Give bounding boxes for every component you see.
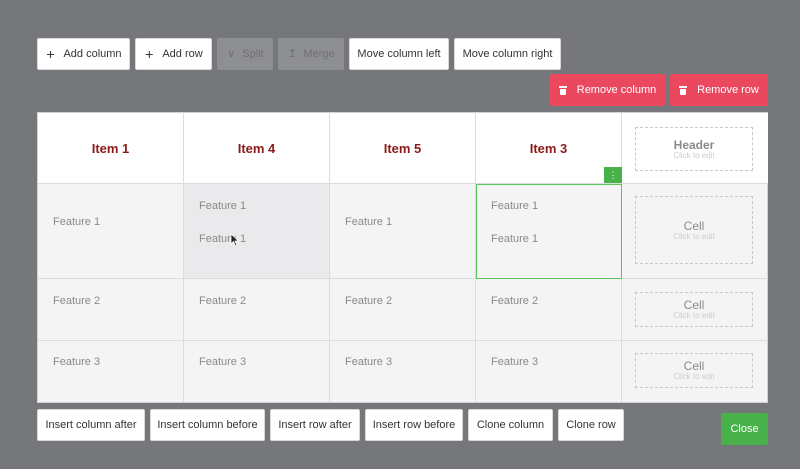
table-cell-extra[interactable]: Cell Click to edit (622, 341, 768, 402)
cell-text: Feature 1 (53, 216, 101, 228)
move-column-right-button[interactable]: Move column right (454, 38, 561, 70)
header-cell-extra[interactable]: Header Click to edit (622, 113, 768, 184)
cell-placeholder-title: Cell (683, 298, 705, 312)
cell-text: Feature 1 (491, 200, 539, 212)
insert-row-after-label: Insert row after (278, 419, 352, 431)
table-cell[interactable]: Feature 2 (476, 279, 622, 341)
header-cell-item-1[interactable]: Item 1 (38, 113, 184, 184)
close-label: Close (730, 423, 759, 435)
add-row-button[interactable]: + Add row (135, 38, 212, 70)
comparison-table: Item 1 Item 4 Item 5 Item 3 Header Click… (37, 112, 768, 403)
table-cell-selected[interactable]: Feature 1 Feature 1 (476, 184, 622, 279)
table-cell[interactable]: Feature 2 (38, 279, 184, 341)
header-label: Item 1 (91, 140, 130, 156)
cell-text: Feature 1 (345, 216, 393, 228)
table-cell[interactable]: Feature 3 (38, 341, 184, 402)
trash-icon (679, 85, 688, 95)
header-cell-item-3[interactable]: Item 3 (476, 113, 622, 184)
merge-label: Merge (303, 48, 335, 60)
remove-column-button[interactable]: Remove column (550, 74, 665, 106)
close-button[interactable]: Close (721, 413, 768, 445)
remove-column-label: Remove column (576, 84, 657, 96)
table-cell[interactable]: Feature 3 (330, 341, 476, 402)
table-cell[interactable]: Feature 1 (330, 184, 476, 279)
cell-text: Feature 1 (491, 233, 539, 245)
table-cell[interactable]: Feature 3 (184, 341, 330, 402)
add-column-label: Add column (63, 48, 122, 60)
header-label: Item 4 (237, 140, 276, 156)
remove-row-label: Remove row (697, 84, 759, 96)
clone-row-button[interactable]: Clone row (558, 409, 624, 441)
cell-placeholder-hint: Click to edit (673, 372, 715, 381)
table-cell[interactable]: Feature 2 (184, 279, 330, 341)
plus-icon: + (145, 46, 154, 62)
remove-row-button[interactable]: Remove row (670, 74, 768, 106)
cell-placeholder[interactable]: Cell Click to edit (635, 292, 753, 327)
header-placeholder-title: Header (673, 137, 715, 152)
header-label: Item 3 (529, 140, 568, 156)
table-cell[interactable]: Feature 2 (330, 279, 476, 341)
cell-text: Feature 3 (199, 356, 247, 368)
plus-icon: + (46, 46, 55, 62)
merge-icon: ↥ (287, 47, 298, 60)
cell-placeholder-hint: Click to edit (673, 311, 715, 320)
table-cell-extra[interactable]: Cell Click to edit (622, 279, 768, 341)
header-cell-item-4[interactable]: Item 4 (184, 113, 330, 184)
cell-placeholder-title: Cell (683, 359, 705, 373)
cell-text: Feature 2 (491, 295, 539, 307)
cell-placeholder[interactable]: Cell Click to edit (635, 196, 753, 264)
insert-row-before-label: Insert row before (372, 419, 456, 431)
table-cell[interactable]: Feature 1 (38, 184, 184, 279)
move-column-left-label: Move column left (357, 48, 441, 60)
trash-icon (558, 85, 567, 95)
table-cell[interactable]: Feature 3 (476, 341, 622, 402)
move-handle-icon[interactable]: ⋮ (604, 167, 622, 183)
add-column-button[interactable]: + Add column (37, 38, 130, 70)
add-row-label: Add row (162, 48, 203, 60)
cell-text: Feature 2 (199, 295, 247, 307)
header-label: Item 5 (383, 140, 422, 156)
split-icon: ∨ (227, 47, 236, 60)
cell-text: Feature 1 (199, 200, 247, 212)
cell-placeholder-title: Cell (683, 218, 705, 233)
clone-column-label: Clone column (476, 419, 545, 431)
insert-column-before-button[interactable]: Insert column before (150, 409, 265, 441)
cell-placeholder[interactable]: Cell Click to edit (635, 353, 753, 388)
header-cell-item-5[interactable]: Item 5 (330, 113, 476, 184)
cell-text: Feature 3 (491, 356, 539, 368)
clone-row-label: Clone row (566, 419, 616, 431)
table-cell[interactable]: Feature 1 Feature 1 (184, 184, 330, 279)
move-column-left-button[interactable]: Move column left (349, 38, 449, 70)
cursor-icon (230, 233, 240, 247)
insert-column-after-button[interactable]: Insert column after (37, 409, 145, 441)
insert-row-before-button[interactable]: Insert row before (365, 409, 463, 441)
split-label: Split (242, 48, 264, 60)
cell-text: Feature 2 (345, 295, 393, 307)
insert-column-before-label: Insert column before (157, 419, 258, 431)
table-cell-extra[interactable]: Cell Click to edit (622, 184, 768, 279)
insert-column-after-label: Insert column after (45, 419, 137, 431)
cell-text: Feature 2 (53, 295, 101, 307)
clone-column-button[interactable]: Clone column (468, 409, 553, 441)
cell-placeholder-hint: Click to edit (673, 231, 715, 241)
cell-text: Feature 3 (345, 356, 393, 368)
insert-row-after-button[interactable]: Insert row after (270, 409, 360, 441)
move-column-right-label: Move column right (462, 48, 553, 60)
cell-text: Feature 3 (53, 356, 101, 368)
merge-button[interactable]: ↥ Merge (278, 38, 344, 70)
split-button[interactable]: ∨ Split (217, 38, 273, 70)
header-placeholder-hint: Click to edit (673, 150, 715, 160)
header-placeholder[interactable]: Header Click to edit (635, 127, 753, 171)
